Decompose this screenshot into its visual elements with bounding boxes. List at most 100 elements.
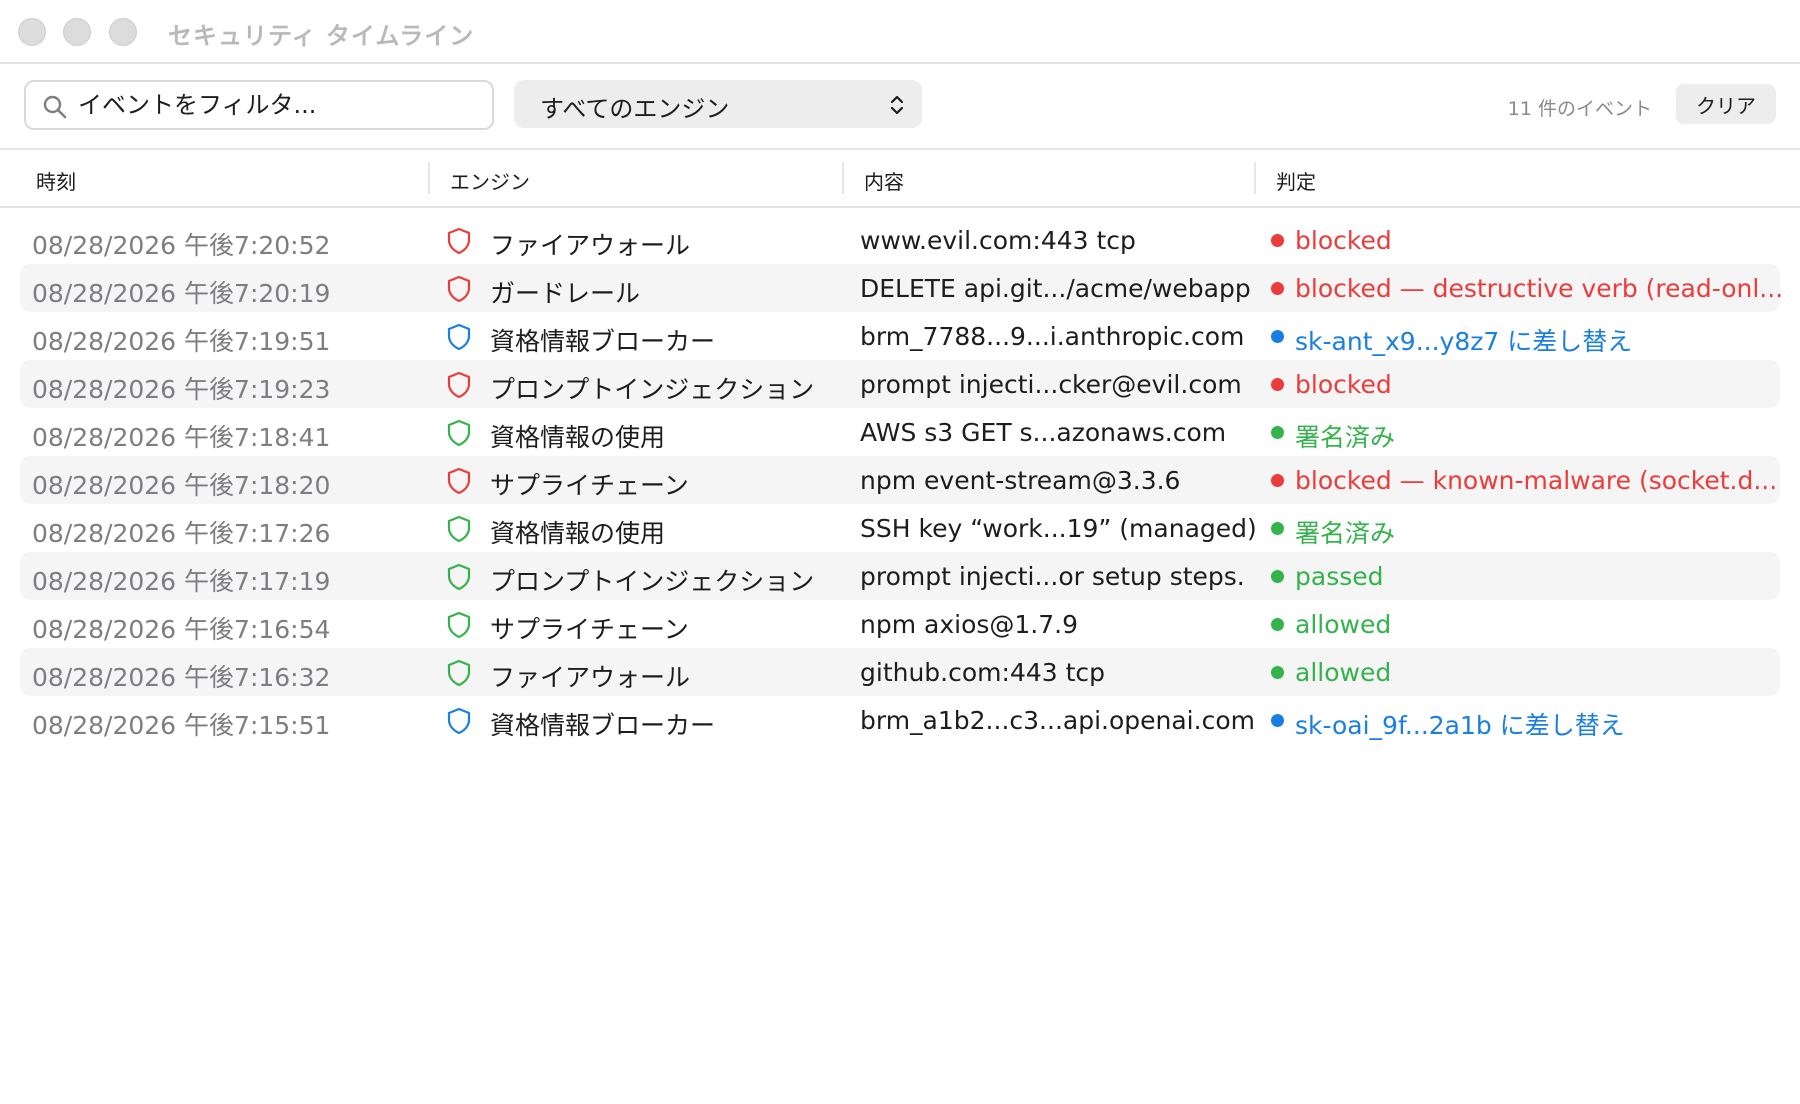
table-row[interactable]: 08/28/2026 午後7:15:51 資格情報ブローカー brm_a1b2...… bbox=[20, 696, 1780, 744]
event-verdict: sk-ant_x9...y8z7 に差し替え bbox=[1295, 327, 1633, 356]
table-row[interactable]: 08/28/2026 午後7:16:54 サプライチェーン npm axios@1.… bbox=[20, 600, 1780, 648]
event-verdict: 署名済み bbox=[1295, 519, 1396, 548]
status-dot bbox=[1271, 474, 1284, 487]
table-row[interactable]: 08/28/2026 午後7:19:23 プロンプトインジェクション prompt … bbox=[20, 360, 1780, 408]
event-verdict: blocked bbox=[1295, 226, 1392, 255]
status-dot bbox=[1271, 522, 1284, 535]
event-engine: プロンプトインジェクション bbox=[490, 375, 815, 404]
event-engine: サプライチェーン bbox=[490, 471, 689, 500]
table-row[interactable]: 08/28/2026 午後7:18:20 サプライチェーン npm event-st… bbox=[20, 456, 1780, 504]
status-dot bbox=[1271, 618, 1284, 631]
event-count: 11 件のイベント bbox=[1507, 98, 1652, 120]
event-engine: 資格情報の使用 bbox=[490, 423, 666, 452]
event-engine: 資格情報の使用 bbox=[490, 519, 666, 548]
event-content: npm event-stream@3.3.6 bbox=[860, 466, 1181, 495]
window-title: セキュリティ タイムライン bbox=[168, 22, 475, 50]
event-content: prompt injecti...or setup steps. bbox=[860, 562, 1245, 591]
close-window-button[interactable] bbox=[18, 18, 46, 46]
column-divider[interactable] bbox=[1254, 162, 1256, 194]
title-bar: セキュリティ タイムライン bbox=[0, 0, 1800, 64]
event-verdict: blocked bbox=[1295, 370, 1392, 399]
event-verdict: blocked — known-malware (socket.d... bbox=[1295, 466, 1778, 495]
event-time: 08/28/2026 午後7:16:54 bbox=[32, 615, 331, 644]
search-field[interactable] bbox=[24, 80, 494, 130]
column-header-engine[interactable]: エンジン bbox=[450, 166, 530, 195]
event-engine: 資格情報ブローカー bbox=[490, 711, 716, 740]
column-divider[interactable] bbox=[842, 162, 844, 194]
table-row[interactable]: 08/28/2026 午後7:19:51 資格情報ブローカー brm_7788...… bbox=[20, 312, 1780, 360]
event-verdict: blocked — destructive verb (read-onl... bbox=[1295, 274, 1784, 303]
event-time: 08/28/2026 午後7:17:19 bbox=[32, 567, 331, 596]
event-time: 08/28/2026 午後7:20:52 bbox=[32, 231, 331, 260]
shield-icon bbox=[447, 467, 471, 495]
table-row[interactable]: 08/28/2026 午後7:20:19 ガードレール DELETE api.git… bbox=[20, 264, 1783, 312]
shield-icon bbox=[447, 659, 471, 687]
status-dot bbox=[1271, 234, 1284, 247]
event-engine: プロンプトインジェクション bbox=[490, 567, 815, 596]
status-dot bbox=[1271, 714, 1284, 727]
table-header: 時刻 エンジン 内容 判定 bbox=[0, 150, 1800, 208]
status-dot bbox=[1271, 426, 1284, 439]
event-content: DELETE api.git.../acme/webapp bbox=[860, 274, 1251, 303]
event-content: SSH key “work...19” (managed) bbox=[860, 514, 1257, 543]
chevron-updown-icon bbox=[890, 95, 904, 115]
shield-icon bbox=[447, 371, 471, 399]
engine-filter-value: すべてのエンジン bbox=[540, 95, 730, 123]
search-icon bbox=[43, 95, 67, 119]
shield-icon bbox=[447, 227, 471, 255]
zoom-window-button[interactable] bbox=[109, 18, 137, 46]
column-header-verdict[interactable]: 判定 bbox=[1276, 166, 1316, 195]
event-verdict: passed bbox=[1295, 562, 1384, 591]
status-dot bbox=[1271, 570, 1284, 583]
event-time: 08/28/2026 午後7:18:20 bbox=[32, 471, 331, 500]
shield-icon bbox=[447, 515, 471, 543]
event-content: github.com:443 tcp bbox=[860, 658, 1106, 687]
event-content: prompt injecti...cker@evil.com bbox=[860, 370, 1242, 399]
event-time: 08/28/2026 午後7:15:51 bbox=[32, 711, 331, 740]
search-input[interactable] bbox=[78, 90, 478, 120]
status-dot bbox=[1271, 666, 1284, 679]
event-time: 08/28/2026 午後7:18:41 bbox=[32, 423, 331, 452]
event-content: AWS s3 GET s...azonaws.com bbox=[860, 418, 1227, 447]
shield-icon bbox=[447, 323, 471, 351]
event-verdict: allowed bbox=[1295, 610, 1392, 639]
event-time: 08/28/2026 午後7:19:23 bbox=[32, 375, 331, 404]
table-row[interactable]: 08/28/2026 午後7:20:52 ファイアウォール www.evil.com… bbox=[20, 216, 1780, 264]
column-header-content[interactable]: 内容 bbox=[864, 166, 904, 195]
event-verdict: allowed bbox=[1295, 658, 1392, 687]
event-engine: サプライチェーン bbox=[490, 615, 689, 644]
event-engine: ガードレール bbox=[490, 279, 641, 308]
event-engine: ファイアウォール bbox=[490, 663, 691, 692]
table-row[interactable]: 08/28/2026 午後7:16:32 ファイアウォール github.com:4… bbox=[20, 648, 1780, 696]
shield-icon bbox=[447, 275, 471, 303]
column-header-time[interactable]: 時刻 bbox=[36, 166, 76, 195]
table-row[interactable]: 08/28/2026 午後7:17:19 プロンプトインジェクション prompt … bbox=[20, 552, 1780, 600]
event-time: 08/28/2026 午後7:20:19 bbox=[32, 279, 331, 308]
shield-icon bbox=[447, 611, 471, 639]
event-content: www.evil.com:443 tcp bbox=[860, 226, 1136, 255]
security-timeline-window: セキュリティ タイムライン すべてのエンジン 11 件のイベント クリア 時刻 … bbox=[0, 0, 1800, 1104]
column-divider[interactable] bbox=[428, 162, 430, 194]
engine-filter-select[interactable]: すべてのエンジン bbox=[514, 80, 922, 128]
event-content: npm axios@1.7.9 bbox=[860, 610, 1079, 639]
event-table-body: 08/28/2026 午後7:20:52 ファイアウォール www.evil.com… bbox=[0, 216, 1800, 744]
status-dot bbox=[1271, 330, 1284, 343]
event-time: 08/28/2026 午後7:17:26 bbox=[32, 519, 331, 548]
shield-icon bbox=[447, 707, 471, 735]
shield-icon bbox=[447, 563, 471, 591]
event-time: 08/28/2026 午後7:16:32 bbox=[32, 663, 331, 692]
shield-icon bbox=[447, 419, 471, 447]
status-dot bbox=[1271, 378, 1284, 391]
table-row[interactable]: 08/28/2026 午後7:18:41 資格情報の使用 AWS s3 GET s.… bbox=[20, 408, 1780, 456]
event-engine: ファイアウォール bbox=[490, 231, 691, 260]
event-content: brm_a1b2...c3...api.openai.com bbox=[860, 706, 1255, 735]
clear-button[interactable]: クリア bbox=[1676, 84, 1776, 124]
status-dot bbox=[1271, 282, 1284, 295]
minimize-window-button[interactable] bbox=[63, 18, 91, 46]
event-verdict: 署名済み bbox=[1295, 423, 1396, 452]
table-row[interactable]: 08/28/2026 午後7:17:26 資格情報の使用 SSH key “work… bbox=[20, 504, 1780, 552]
toolbar: すべてのエンジン 11 件のイベント クリア bbox=[0, 64, 1800, 150]
event-verdict: sk-oai_9f...2a1b に差し替え bbox=[1295, 711, 1625, 740]
event-engine: 資格情報ブローカー bbox=[490, 327, 716, 356]
event-time: 08/28/2026 午後7:19:51 bbox=[32, 327, 331, 356]
